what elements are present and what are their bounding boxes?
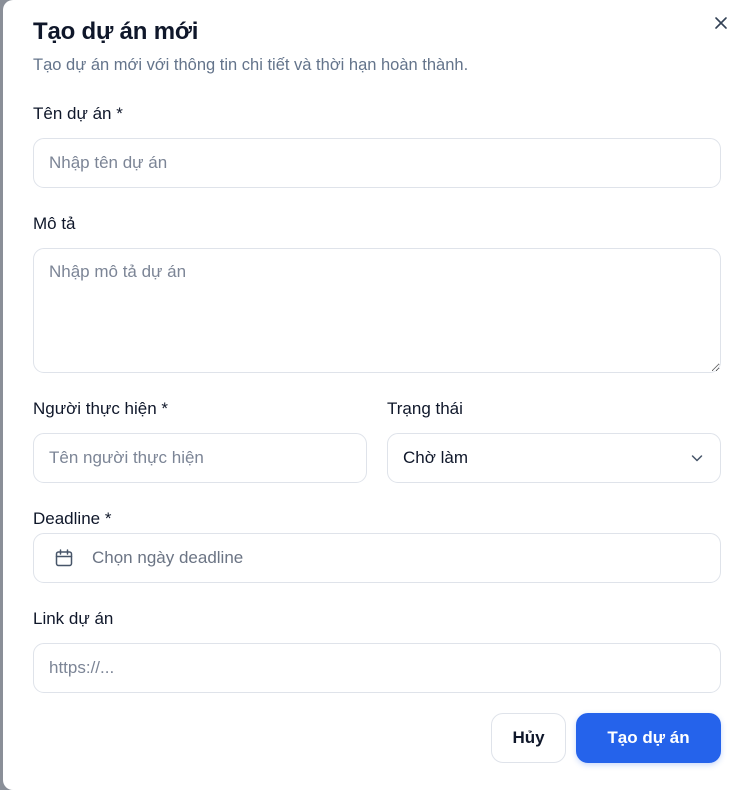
close-icon	[715, 17, 727, 29]
project-name-input[interactable]	[33, 138, 721, 188]
deadline-placeholder: Chọn ngày deadline	[92, 548, 244, 567]
deadline-picker[interactable]: Chọn ngày deadline	[33, 533, 721, 583]
project-link-input[interactable]	[33, 643, 721, 693]
calendar-icon	[55, 549, 73, 567]
status-select[interactable]: Chờ làm	[387, 433, 721, 483]
status-label: Trạng thái	[387, 399, 463, 418]
description-label: Mô tả	[33, 214, 76, 233]
create-project-dialog: Tạo dự án mới Tạo dự án mới với thông ti…	[3, 0, 738, 790]
assignee-label: Người thực hiện *	[33, 399, 169, 418]
assignee-input[interactable]	[33, 433, 367, 483]
dialog-subtitle: Tạo dự án mới với thông tin chi tiết và …	[33, 56, 469, 74]
status-selected-value: Chờ làm	[403, 448, 468, 467]
chevron-down-icon	[691, 455, 703, 462]
project-link-label: Link dự án	[33, 609, 114, 628]
cancel-button[interactable]: Hủy	[491, 713, 566, 763]
project-name-label: Tên dự án *	[33, 104, 123, 123]
create-project-button[interactable]: Tạo dự án	[576, 713, 721, 763]
description-textarea[interactable]	[33, 248, 721, 373]
close-button[interactable]	[708, 10, 734, 36]
dialog-title: Tạo dự án mới	[33, 18, 199, 45]
deadline-label: Deadline *	[33, 509, 112, 528]
